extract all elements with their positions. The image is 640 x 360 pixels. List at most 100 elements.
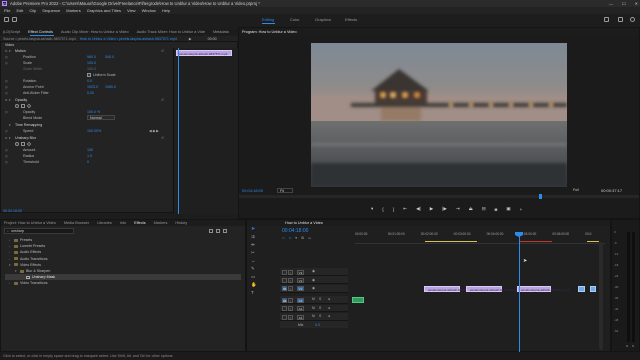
- track-label-v1[interactable]: V1: [297, 286, 304, 292]
- meter-solo-right[interactable]: S: [632, 344, 634, 348]
- pen-mask-icon[interactable]: [26, 141, 32, 147]
- rectangle-tool-icon[interactable]: ▭: [251, 274, 255, 280]
- quality-dropdown[interactable]: Full: [573, 188, 579, 192]
- tab-media-browser[interactable]: Media Browser: [64, 221, 89, 225]
- track-label-a3[interactable]: A3: [297, 314, 304, 320]
- ellipse-mask-icon[interactable]: [15, 103, 19, 108]
- track-header-v1[interactable]: V1 ▯ V1 ◉: [280, 284, 348, 293]
- stopwatch-icon[interactable]: ◷: [5, 154, 8, 158]
- effects-tree-folder[interactable]: › Audio Transitions: [5, 256, 241, 262]
- chevron-right-icon[interactable]: ›: [9, 257, 12, 261]
- stopwatch-icon[interactable]: ◷: [5, 55, 8, 59]
- mix-value[interactable]: 0.0: [315, 323, 320, 327]
- collapse-triangle-icon[interactable]: ▾: [9, 49, 11, 53]
- workspace-graphics[interactable]: Graphics: [315, 17, 331, 22]
- selection-tool-icon[interactable]: ➤: [251, 226, 255, 232]
- uniform-scale-checkbox[interactable]: [87, 72, 91, 77]
- menu-edit[interactable]: Edit: [16, 8, 23, 13]
- program-monitor-title[interactable]: Program: How to Unblur a Video: [242, 30, 297, 34]
- effects-tree-folder[interactable]: › Audio Effects: [5, 249, 241, 255]
- lock-icon[interactable]: ▯: [288, 269, 293, 275]
- workspace-color[interactable]: Color: [290, 17, 300, 22]
- chevron-down-icon[interactable]: ▾: [15, 269, 18, 273]
- solo-button[interactable]: S: [319, 297, 321, 301]
- tab-libraries[interactable]: Libraries: [97, 221, 112, 225]
- timeline-timecode[interactable]: 00:04:18:00: [282, 228, 308, 234]
- program-playhead[interactable]: [539, 194, 542, 199]
- source-patch-v1[interactable]: V1: [282, 286, 287, 292]
- ripple-edit-tool-icon[interactable]: ⇹: [251, 242, 255, 248]
- stopwatch-icon[interactable]: ◷: [5, 61, 8, 65]
- video-clip[interactable]: pexels-lasyna-ashash-9837571.mp4: [517, 285, 569, 292]
- toggle-output-eye-icon[interactable]: ◉: [312, 269, 315, 273]
- stopwatch-icon[interactable]: ◷: [5, 148, 8, 152]
- video-clip-small[interactable]: [578, 285, 585, 292]
- track-label-a2[interactable]: A2: [297, 306, 304, 312]
- add-marker-icon[interactable]: ▾: [295, 236, 297, 240]
- toggle-output-eye-icon[interactable]: ◉: [312, 286, 315, 290]
- blend-mode-dropdown[interactable]: Normal: [87, 115, 115, 121]
- tab-effects[interactable]: Effects: [134, 221, 146, 225]
- stopwatch-icon[interactable]: ◷: [5, 129, 8, 133]
- voice-over-mic-icon[interactable]: ●: [328, 314, 330, 318]
- chevron-right-icon[interactable]: ›: [9, 238, 12, 242]
- voice-over-mic-icon[interactable]: ●: [328, 297, 330, 301]
- source-patch-a3[interactable]: [282, 314, 287, 320]
- comparison-view-icon[interactable]: ▣: [506, 206, 510, 212]
- play-button-icon[interactable]: ▶: [430, 206, 433, 212]
- voice-over-mic-icon[interactable]: ●: [328, 306, 330, 310]
- snap-icon[interactable]: ⊂: [282, 236, 285, 240]
- home-icon[interactable]: [4, 17, 9, 22]
- workspace-editing[interactable]: Editing: [262, 17, 274, 22]
- meter-solo-left[interactable]: S: [626, 344, 628, 348]
- effects-tree-folder[interactable]: ▾ Video Effects: [5, 262, 241, 268]
- menu-clip[interactable]: Clip: [29, 8, 36, 13]
- effects-tree-folder[interactable]: › Presets: [5, 237, 241, 243]
- stopwatch-icon[interactable]: ◷: [5, 85, 8, 89]
- lock-icon[interactable]: ▯: [288, 297, 293, 303]
- track-select-tool-icon[interactable]: ⇉: [251, 234, 255, 240]
- source-patch-v3[interactable]: [282, 269, 287, 275]
- program-video-frame[interactable]: [311, 43, 567, 187]
- video-clip-small[interactable]: [590, 285, 596, 292]
- stopwatch-icon[interactable]: ◷: [5, 160, 8, 164]
- pen-tool-icon[interactable]: ✎: [251, 266, 255, 272]
- captions-icon[interactable]: ▭: [308, 236, 311, 240]
- video-clip[interactable]: pexels-lasyna-ashash-9837571.mp4: [424, 285, 476, 292]
- position-y-value[interactable]: 540.0: [105, 55, 114, 59]
- effect-controls-timeline[interactable]: pexels-lasyna-ashash-9837571.mp4: [173, 48, 239, 214]
- mark-out-icon[interactable]: }: [393, 207, 395, 212]
- chevron-right-icon[interactable]: ›: [9, 244, 12, 248]
- step-back-icon[interactable]: ◀|: [416, 206, 421, 212]
- timeline-vertical-scrollbar[interactable]: [599, 242, 603, 350]
- add-marker-icon[interactable]: ▾: [371, 206, 373, 212]
- chevron-right-icon[interactable]: ›: [9, 250, 12, 254]
- tab-effect-controls[interactable]: Effect Controls: [28, 30, 53, 34]
- source-patch-a1[interactable]: A1: [282, 297, 287, 303]
- accelerated-effects-icon[interactable]: [209, 228, 213, 233]
- type-tool-icon[interactable]: T: [251, 290, 254, 295]
- stopwatch-icon[interactable]: ◷: [5, 110, 8, 114]
- pen-mask-icon[interactable]: [26, 103, 32, 109]
- rectangle-mask-icon[interactable]: [21, 141, 25, 146]
- razor-tool-icon[interactable]: ✂: [251, 250, 255, 256]
- solo-button[interactable]: S: [319, 306, 321, 310]
- source-patch-a2[interactable]: [282, 306, 287, 312]
- reset-icon[interactable]: ↺: [161, 49, 164, 53]
- ec-timecode[interactable]: 00:04:18:00: [3, 209, 22, 213]
- effects-search-input[interactable]: ⌕ unsharp: [4, 228, 74, 234]
- program-timecode[interactable]: 00:04:18:00: [242, 188, 263, 193]
- extract-icon[interactable]: ⊟: [482, 206, 486, 212]
- track-header-a2[interactable]: ▯ A2 M S ●: [280, 304, 348, 313]
- effects-tree-folder[interactable]: › Video Transitions: [5, 280, 241, 286]
- position-x-value[interactable]: 960.0: [87, 55, 96, 59]
- import-icon[interactable]: [12, 17, 17, 22]
- menu-view[interactable]: View: [127, 8, 136, 13]
- mute-button[interactable]: M: [312, 306, 315, 310]
- menu-sequence[interactable]: Sequence: [42, 8, 60, 13]
- quick-export-icon[interactable]: [604, 17, 609, 22]
- linked-selection-icon[interactable]: ∞: [289, 236, 291, 240]
- stopwatch-icon[interactable]: ◷: [5, 91, 8, 95]
- time-ruler[interactable]: 00:00:00 00:01:00:00 00:02:00:00 00:03:00:0…: [355, 230, 605, 244]
- timeline-settings-icon[interactable]: ⚙: [301, 236, 304, 240]
